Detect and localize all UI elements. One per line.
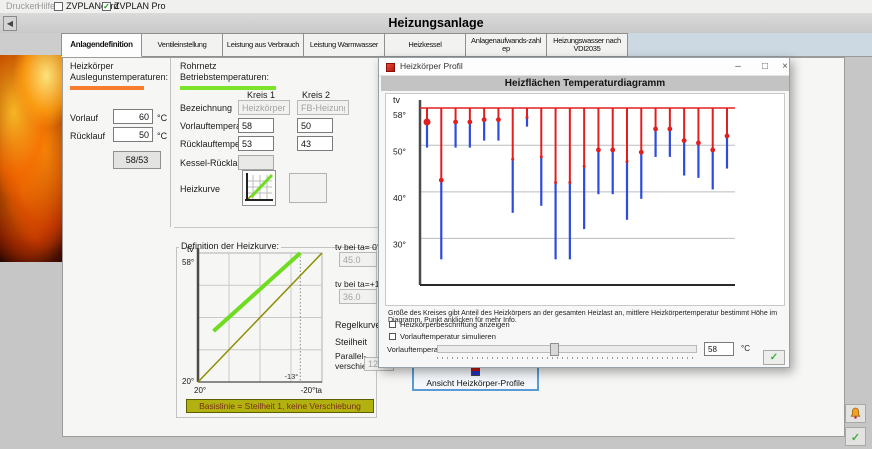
svg-text:58°: 58° [182,258,194,267]
simulieren-checkbox-label: Vorlauftemperatur simulieren [400,332,496,341]
ruecklauf-input[interactable] [113,127,153,142]
dialog-title: Heizkörper Profil [400,61,463,71]
bezeichnung-kreis1-input[interactable] [238,100,290,115]
vorlauf-label: Vorlauf [70,113,98,123]
temp-summary-button[interactable]: 58/53 [113,151,161,169]
zvplancard-checkbox[interactable] [54,2,63,11]
menu-hilfe[interactable]: Hilfe [37,1,55,11]
minimize-button[interactable]: – [728,59,748,74]
ok-check-icon: ✓ [770,352,778,363]
ruecklauftemp-kreis1-input[interactable] [238,136,274,151]
tab-leistung-aus-verbrauch[interactable]: Leistung aus Verbrauch [223,33,304,57]
bezeichnung-label: Bezeichnung [180,103,232,113]
section-separator [174,227,378,228]
temperature-diagram-panel[interactable]: tv 58° 50° 40° 30° [385,93,785,306]
app-window: Drucken Hilfe ZVPLANcard ✓ ZVPLAN Pro ◀ … [0,0,872,449]
vorlauf-input[interactable] [113,109,153,124]
menu-drucken[interactable]: Drucken [6,1,40,11]
vorlauftemp-kreis2-input[interactable] [297,118,333,133]
beschriftung-checkbox-label: Heizkörperbeschriftung anzeigen [400,320,510,329]
zvplanpro-label: ZVPLAN Pro [114,1,166,11]
heizkurve-icon-button[interactable] [242,170,276,206]
heizkurve-chart: tv 58° 20°20° -20°ta-13° [180,244,334,396]
svg-text:58°: 58° [393,110,406,120]
svg-text:50°: 50° [393,146,406,156]
alarm-icon [849,407,862,420]
close-button[interactable]: × [775,59,795,74]
tv-ta0-input[interactable] [339,252,377,267]
flame-image [0,55,62,262]
orange-accent-bar [70,86,144,90]
maximize-button[interactable]: □ [755,59,775,74]
confirm-check-icon: ✓ [851,432,860,444]
svg-text:20°: 20° [182,377,194,386]
tab-bar: AnlagendefinitionVentileinstellungLeistu… [0,33,872,57]
slider-value-input[interactable] [704,342,734,356]
svg-text:20°: 20° [194,386,206,395]
minimize-icon: – [735,61,741,72]
tab-ventileinstellung[interactable]: Ventileinstellung [142,33,223,57]
tv-ta0-label: tv bei ta= 0° [335,242,380,252]
regelkurve-label: Regelkurve: [335,320,383,330]
tab-leistung-warmwasser[interactable]: Leistung Warmwasser [304,33,385,57]
tab-anlagenaufwands-zahl-ep[interactable]: Anlagenaufwands-zahl ep [466,33,547,57]
warning-button[interactable] [845,404,866,423]
heizkurve-label: Heizkurve [180,184,220,194]
vorlauftemp-kreis1-input[interactable] [238,118,274,133]
kreis1-header: Kreis 1 [247,90,275,100]
tab-heizungswasser-nach-vdi2035[interactable]: Heizungswasser nach VDI2035 [547,33,628,57]
ruecklauf-unit: °C [157,131,167,141]
slider-ticks [437,357,697,359]
kessel-ruecklauf-input[interactable] [238,155,274,170]
kessel-ruecklauf-label: Kessel-Rücklauf [180,158,245,168]
page-title: Heizungsanlage [0,14,872,33]
simulieren-checkbox[interactable] [389,333,396,340]
tv-ta1-input[interactable] [339,289,377,304]
bezeichnung-kreis2-input[interactable] [297,100,349,115]
auslegung-title: HeizkörperAuslegunstemperaturen: [70,61,168,83]
tab-bar-filler [628,33,872,57]
kreis2-header: Kreis 2 [302,90,330,100]
rohrnetz-title: RohrnetzBetriebstemperaturen: [180,61,269,83]
tab-anlagendefinition[interactable]: Anlagendefinition [61,33,142,57]
svg-text:tv: tv [187,244,194,254]
title-bar: ◀ Heizungsanlage [0,14,872,33]
heizkurve-preview-box [289,173,327,203]
svg-text:tv: tv [393,95,401,105]
vorlauftemperatur-slider[interactable] [437,345,697,353]
heizflaechen-chart[interactable]: tv 58° 50° 40° 30° [386,94,784,305]
section-divider [170,58,171,227]
beschriftung-checkbox[interactable] [389,321,396,328]
svg-text:-13°: -13° [284,372,298,381]
steilheit-label: Steilheit [335,337,367,347]
confirm-button[interactable]: ✓ [845,427,866,446]
vorlauf-unit: °C [157,113,167,123]
close-icon: × [782,61,788,72]
dialog-ok-button[interactable]: ✓ [763,350,785,365]
tab-heizkessel[interactable]: Heizkessel [385,33,466,57]
basislinie-banner: Basislinie = Steilheit 1, keine Verschie… [186,399,374,413]
dialog-header: Heizflächen Temperaturdiagramm [381,76,789,91]
profile-button-label: Ansicht Heizkörper-Profile [426,378,524,388]
menu-bar: Drucken Hilfe ZVPLANcard ✓ ZVPLAN Pro [0,0,872,14]
maximize-icon: □ [762,61,768,72]
slider-unit: °C [741,344,750,353]
svg-text:-20°ta: -20°ta [301,386,323,395]
tv-ta1-label: tv bei ta=+1 [335,279,379,289]
zvplanpro-checkbox[interactable]: ✓ [102,2,111,11]
slider-thumb[interactable] [550,343,559,356]
heizkurve-icon [243,171,275,205]
dialog-app-icon [386,63,395,72]
heizkoerper-profil-dialog: Heizkörper Profil – □ × Heizflächen Temp… [378,57,790,368]
dialog-title-bar[interactable]: Heizkörper Profil – □ × [379,58,789,76]
svg-text:40°: 40° [393,193,406,203]
svg-text:30°: 30° [393,239,406,249]
ruecklauftemp-kreis2-input[interactable] [297,136,333,151]
ruecklauf-label: Rücklauf [70,131,105,141]
